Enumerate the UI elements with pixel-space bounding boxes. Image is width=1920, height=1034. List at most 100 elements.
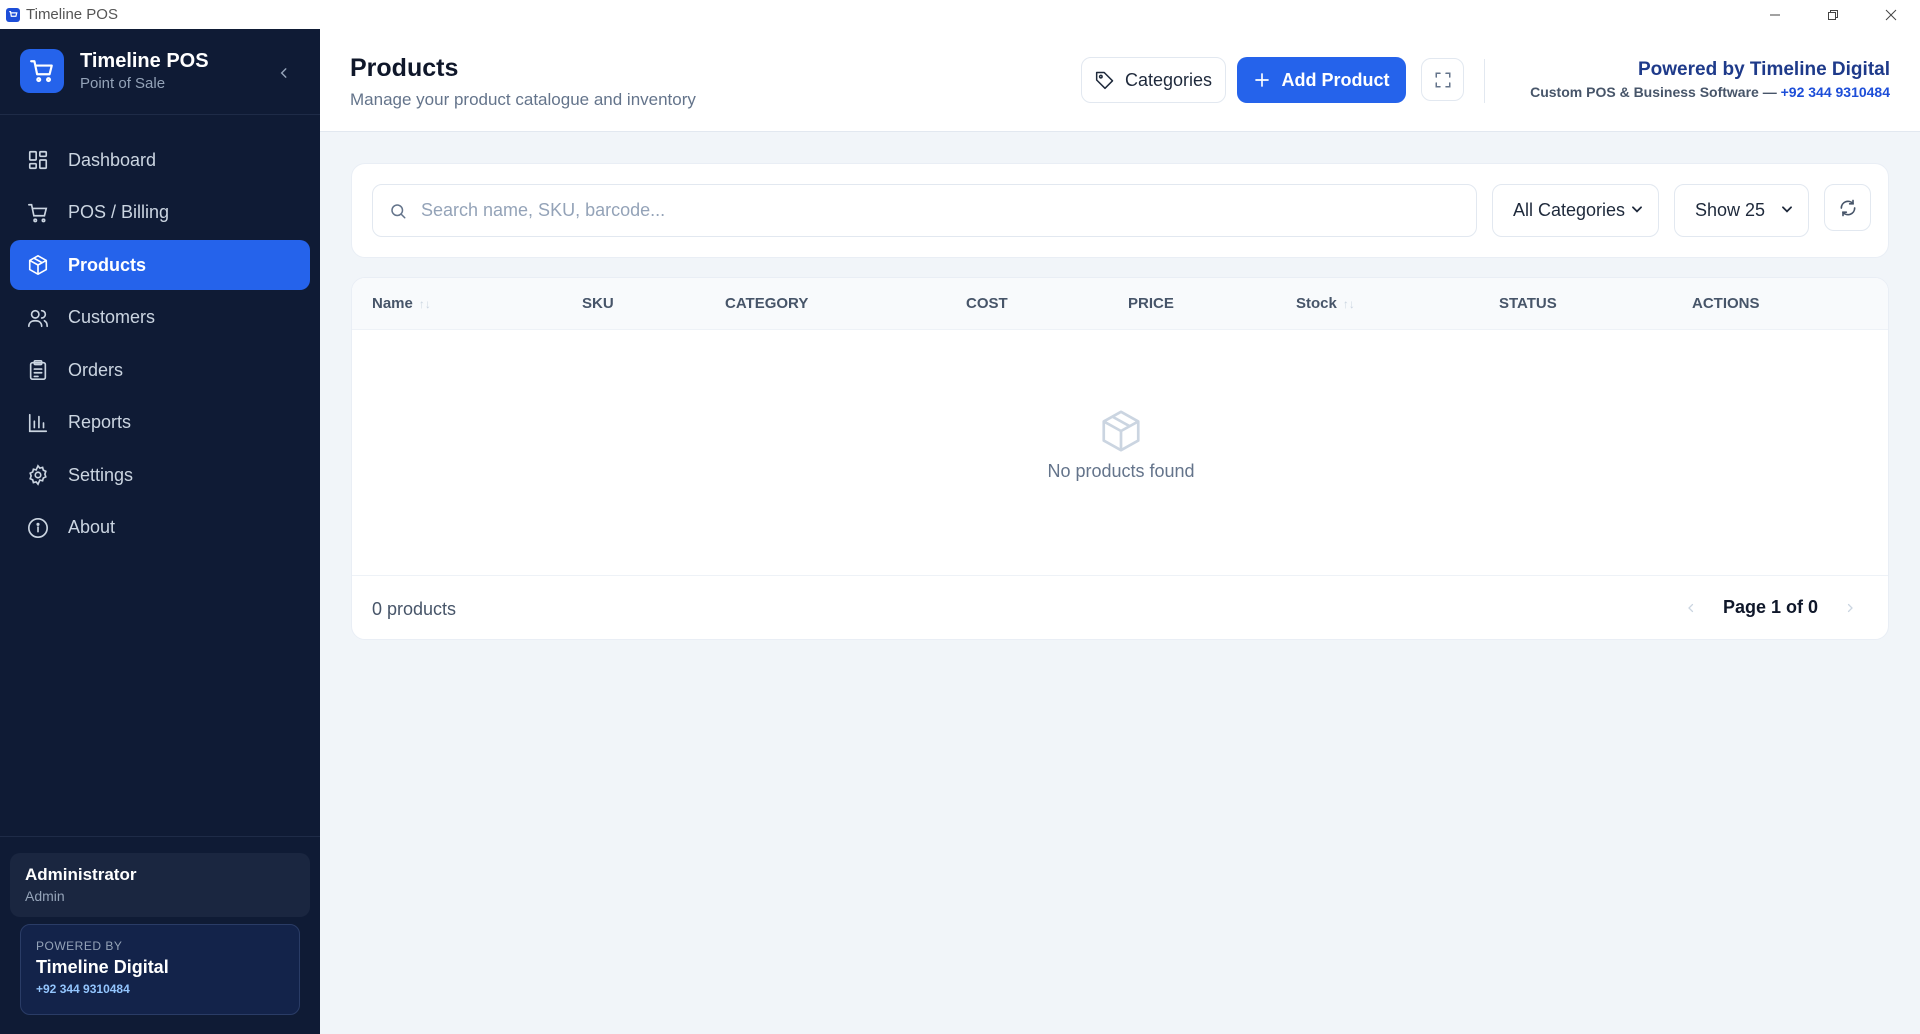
window-title: Timeline POS (26, 6, 118, 23)
page-header: Products Manage your product catalogue a… (320, 29, 1920, 132)
category-select[interactable]: All Categories (1492, 184, 1659, 237)
product-count: 0 products (372, 599, 457, 619)
sidebar-item-label: Orders (68, 359, 124, 380)
search-icon (389, 202, 407, 220)
column-label: PRICE (1128, 295, 1174, 312)
sidebar-item-label: Settings (68, 464, 134, 485)
search-box[interactable] (372, 184, 1477, 237)
page-title: Products (350, 54, 459, 82)
sidebar-item-label: Reports (68, 412, 132, 432)
table-footer: 0 products Page 1 of 0 (352, 575, 1888, 639)
page-size-value: Show 25 (1695, 200, 1766, 220)
column-label: CATEGORY (725, 295, 809, 312)
sidebar: Timeline POS Point of Sale Dashboard POS… (0, 29, 320, 1034)
info-icon (26, 516, 50, 540)
column-label: STATUS (1499, 295, 1557, 312)
sidebar-item-orders[interactable]: Orders (10, 345, 310, 395)
filter-bar: All Categories Show 25 (351, 163, 1889, 258)
powered-by-tagline: Custom POS & Business Software — (1530, 84, 1777, 100)
products-table: Name ↑↓ SKU CATEGORY COST PRICE Stock ↑↓ S… (351, 277, 1889, 640)
package-icon (26, 253, 50, 277)
header-divider (1484, 59, 1485, 103)
page-size-select[interactable]: Show 25 (1674, 184, 1809, 237)
sidebar-item-label: POS / Billing (68, 202, 170, 222)
brand-subtitle: Point of Sale (80, 75, 166, 92)
app-icon (6, 7, 20, 22)
empty-state-text: No products found (1047, 461, 1195, 481)
users-icon (26, 306, 50, 330)
page-indicator: Page 1 of 0 (1722, 597, 1818, 617)
clipboard-icon (26, 358, 50, 382)
search-input[interactable] (421, 200, 1421, 221)
sidebar-item-about[interactable]: About (10, 503, 310, 553)
cart-logo-icon (20, 49, 64, 93)
sidebar-divider (0, 114, 320, 115)
window-controls (1746, 0, 1920, 29)
column-header-name[interactable]: Name ↑↓ (372, 295, 431, 312)
column-header-stock[interactable]: Stock ↑↓ (1296, 295, 1355, 312)
powered-by-phone-link: +92 344 9310484 (1780, 84, 1890, 100)
sidebar-item-label: Products (68, 254, 147, 275)
minimize-icon[interactable] (1746, 0, 1804, 29)
sidebar-item-dashboard[interactable]: Dashboard (10, 135, 310, 185)
chevron-down-icon (1780, 202, 1794, 216)
column-label: Name (372, 295, 413, 312)
refresh-icon[interactable] (1824, 184, 1871, 231)
powered-by-title: Powered by Timeline Digital (1638, 59, 1890, 80)
sidebar-nav: Dashboard POS / Billing Products Custome… (10, 135, 310, 555)
powered-by-banner: Powered by Timeline Digital Custom POS &… (1530, 59, 1890, 100)
add-product-label: Add Product (1281, 69, 1390, 90)
brand: Timeline POS Point of Sale (20, 49, 209, 93)
user-card[interactable]: Administrator Admin (10, 853, 310, 917)
powered-by-name: Timeline Digital (36, 957, 169, 977)
empty-state: No products found (352, 330, 1888, 575)
column-label: COST (966, 295, 1008, 312)
brand-name: Timeline POS (80, 50, 209, 72)
user-name: Administrator (25, 865, 137, 884)
powered-by-card: POWERED BY Timeline Digital +92 344 9310… (20, 924, 300, 1015)
bar-chart-icon (26, 411, 50, 435)
sidebar-item-settings[interactable]: Settings (10, 450, 310, 500)
powered-by-phone: +92 344 9310484 (36, 982, 130, 996)
sidebar-item-label: About (68, 517, 116, 537)
window-titlebar: Timeline POS (0, 0, 1920, 29)
user-role: Admin (25, 888, 65, 904)
column-header-actions: ACTIONS (1692, 295, 1760, 312)
close-icon[interactable] (1862, 0, 1920, 29)
column-label: SKU (582, 295, 614, 312)
sidebar-item-label: Customers (68, 307, 156, 327)
sidebar-item-products[interactable]: Products (10, 240, 310, 290)
page-subtitle: Manage your product catalogue and invent… (350, 90, 696, 109)
column-header-price: PRICE (1128, 295, 1174, 312)
fullscreen-icon[interactable] (1421, 58, 1464, 101)
sidebar-item-customers[interactable]: Customers (10, 293, 310, 343)
sidebar-item-reports[interactable]: Reports (10, 398, 310, 448)
sort-icon: ↑↓ (1342, 296, 1355, 311)
categories-button[interactable]: Categories (1081, 57, 1226, 103)
pagination: Page 1 of 0 (1681, 597, 1860, 618)
sort-icon: ↑↓ (418, 296, 431, 311)
restore-icon[interactable] (1804, 0, 1862, 29)
column-header-sku: SKU (582, 295, 614, 312)
package-icon (1098, 408, 1144, 454)
column-label: ACTIONS (1692, 295, 1760, 312)
sidebar-item-label: Dashboard (68, 149, 157, 170)
dashboard-icon (26, 148, 50, 172)
powered-by-label: POWERED BY (36, 939, 123, 953)
plus-icon (1254, 72, 1270, 88)
sidebar-divider (0, 836, 320, 837)
powered-by-subtitle: Custom POS & Business Software — +92 344… (1530, 84, 1890, 100)
column-header-category: CATEGORY (725, 295, 808, 312)
chevron-right-icon[interactable] (1840, 601, 1860, 615)
chevron-down-icon (1630, 202, 1644, 216)
collapse-sidebar-icon[interactable] (272, 61, 296, 85)
column-header-cost: COST (966, 295, 1008, 312)
sidebar-item-pos-billing[interactable]: POS / Billing (10, 188, 310, 238)
column-header-status: STATUS (1499, 295, 1557, 312)
chevron-left-icon[interactable] (1681, 601, 1701, 615)
table-header: Name ↑↓ SKU CATEGORY COST PRICE Stock ↑↓ S… (352, 278, 1888, 330)
categories-label: Categories (1124, 69, 1213, 90)
add-product-button[interactable]: Add Product (1237, 57, 1406, 103)
tag-icon (1095, 70, 1115, 90)
gear-icon (26, 463, 50, 487)
